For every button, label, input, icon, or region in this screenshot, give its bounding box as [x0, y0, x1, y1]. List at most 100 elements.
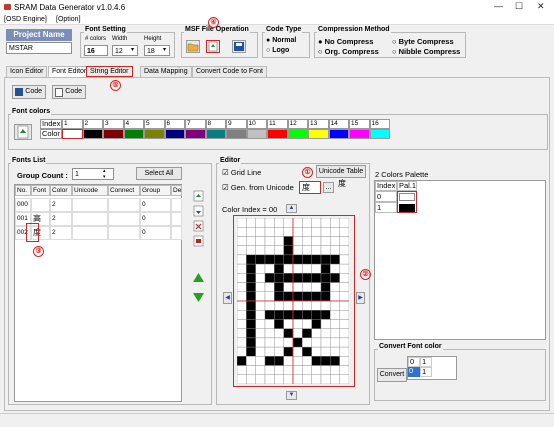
color-swatch-4[interactable] — [123, 129, 144, 139]
code-button-2[interactable]: Code — [52, 85, 86, 99]
color-swatch-5[interactable] — [144, 129, 165, 139]
table-cell[interactable] — [108, 226, 140, 240]
pixel-grid[interactable] — [236, 217, 350, 385]
color-swatch-13[interactable] — [308, 129, 329, 139]
color-index-6: 6 — [164, 119, 185, 129]
menu-osd-engine[interactable]: [OSD Engine] — [4, 16, 47, 23]
convert-to-1[interactable]: 1 — [420, 367, 432, 377]
add-font-icon[interactable] — [192, 190, 205, 204]
arrow-up-icon[interactable] — [192, 272, 205, 285]
width-select[interactable]: 12 — [112, 45, 138, 56]
color-index-8: 8 — [205, 119, 226, 129]
table-cell[interactable] — [171, 198, 182, 212]
column-header-unicode[interactable]: Unicode — [72, 185, 108, 196]
save-button[interactable] — [232, 40, 246, 53]
colors-select[interactable]: 16 — [84, 45, 108, 56]
scroll-up-button[interactable]: ▲ — [286, 204, 297, 213]
color-swatch-15[interactable] — [349, 129, 370, 139]
scroll-right-button[interactable]: ▶ — [356, 292, 365, 304]
height-select[interactable]: 18 — [144, 45, 170, 56]
table-cell[interactable] — [31, 198, 50, 212]
column-header-font[interactable]: Font — [31, 185, 50, 196]
table-cell[interactable]: 0 — [140, 212, 171, 226]
open-folder-icon — [187, 43, 199, 52]
unicode-char-input[interactable]: 度 — [299, 181, 321, 194]
table-cell[interactable] — [108, 212, 140, 226]
annotation-1: ① — [302, 167, 313, 178]
table-cell[interactable] — [171, 212, 182, 226]
color-swatch-1[interactable] — [62, 129, 83, 139]
table-cell[interactable]: 000 — [15, 198, 31, 212]
table-cell[interactable]: 0 — [140, 226, 171, 240]
pixel-editor-canvas[interactable] — [236, 217, 350, 385]
column-header-connect[interactable]: Connect — [108, 185, 140, 196]
insert-font-icon[interactable] — [192, 205, 205, 219]
color-swatch-9[interactable] — [226, 129, 247, 139]
grid-line-checkbox[interactable]: ☑ Grid Line — [222, 168, 261, 177]
tab-font-editor[interactable]: Font Editor — [48, 66, 91, 77]
group-count-input[interactable]: 1 — [72, 168, 114, 180]
open-folder-button[interactable] — [186, 40, 200, 53]
palette-swatch-0[interactable] — [399, 193, 415, 201]
apply-colors-button[interactable] — [14, 124, 32, 140]
radio-org-compress[interactable]: ○ Org. Compress — [318, 47, 379, 56]
color-swatch-14[interactable] — [328, 129, 349, 139]
color-swatch-6[interactable] — [164, 129, 185, 139]
table-cell[interactable] — [72, 198, 108, 212]
import-button[interactable] — [206, 40, 220, 53]
document-icon — [55, 88, 63, 97]
delete-font-icon[interactable] — [192, 220, 205, 234]
scroll-down-button[interactable]: ▼ — [286, 391, 297, 400]
close-button[interactable]: ✕ — [537, 1, 545, 12]
unicode-table-button[interactable]: Unicode Table — [316, 165, 366, 178]
table-cell[interactable]: 2 — [50, 198, 72, 212]
color-swatch-12[interactable] — [287, 129, 308, 139]
annotation-2: ② — [360, 269, 371, 280]
copy-font-icon[interactable] — [192, 235, 205, 249]
tab-data-mapping[interactable]: Data Mapping — [140, 66, 192, 77]
project-name-input[interactable]: MSTAR — [6, 42, 72, 54]
color-swatch-3[interactable] — [103, 129, 124, 139]
radio-byte-compress[interactable]: ○ Byte Compress — [392, 37, 454, 46]
color-swatch-8[interactable] — [205, 129, 226, 139]
tab-string-editor[interactable]: String Editor — [86, 66, 133, 77]
maximize-button[interactable]: ☐ — [515, 1, 523, 12]
table-cell[interactable]: 0 — [140, 198, 171, 212]
color-swatch-7[interactable] — [185, 129, 206, 139]
menu-option[interactable]: [Option] — [56, 16, 81, 23]
tab-icon-editor[interactable]: Icon Editor — [6, 66, 48, 77]
convert-color-label: Convert Font color — [378, 343, 443, 350]
column-header-no[interactable]: No. — [15, 185, 31, 196]
radio-normal[interactable]: ● Normal — [266, 37, 296, 44]
color-swatch-11[interactable] — [267, 129, 288, 139]
radio-nibble-compress[interactable]: ○ Nibble Compress — [392, 47, 460, 56]
convert-to-0[interactable]: 0 — [408, 367, 420, 377]
select-all-button[interactable]: Select All — [136, 167, 182, 180]
table-cell[interactable] — [171, 226, 182, 240]
group-count-spinner[interactable]: ▴ ▾ — [103, 168, 106, 180]
minimize-button[interactable]: — — [494, 1, 503, 11]
scroll-left-button[interactable]: ◀ — [223, 292, 232, 304]
palette-swatch-1[interactable] — [399, 204, 415, 212]
browse-button[interactable]: ... — [323, 182, 334, 193]
radio-no-compress[interactable]: ● No Compress — [318, 37, 373, 46]
column-header-group[interactable]: Group — [140, 185, 171, 196]
color-swatch-16[interactable] — [369, 129, 390, 139]
table-cell[interactable]: 2 — [50, 226, 72, 240]
code-button-1[interactable]: Code — [12, 85, 46, 99]
color-swatch-10[interactable] — [246, 129, 267, 139]
radio-logo[interactable]: ○ Logo — [266, 47, 289, 54]
table-cell[interactable] — [108, 198, 140, 212]
convert-button[interactable]: Convert — [377, 368, 407, 382]
table-cell[interactable]: 2 — [50, 212, 72, 226]
arrow-down-icon[interactable] — [192, 292, 205, 305]
column-header-de[interactable]: De — [171, 185, 182, 196]
table-cell[interactable] — [72, 212, 108, 226]
gen-unicode-checkbox[interactable]: ☑ Gen. from Unicode — [222, 183, 294, 192]
code-button-1-label: Code — [25, 88, 42, 95]
tab-convert-code-to-font[interactable]: Convert Code to Font — [192, 66, 267, 77]
column-header-color[interactable]: Color — [50, 185, 72, 196]
table-cell[interactable] — [72, 226, 108, 240]
color-index-5: 5 — [144, 119, 165, 129]
color-swatch-2[interactable] — [82, 129, 103, 139]
